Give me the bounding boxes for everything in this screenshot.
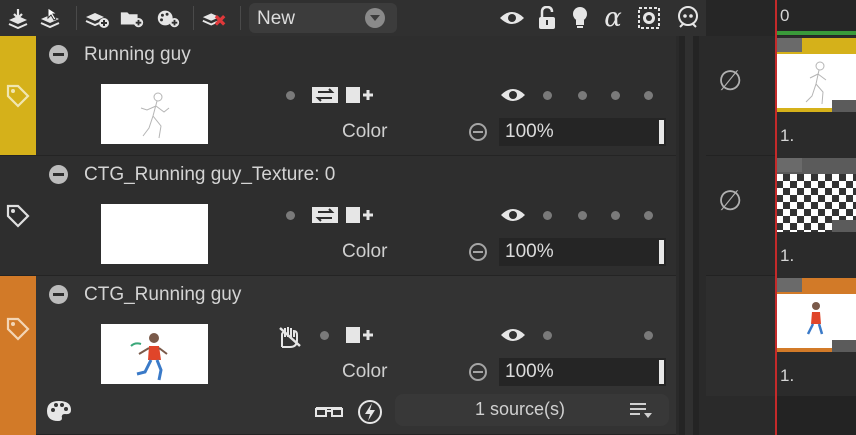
opacity-value: 100% <box>505 121 554 142</box>
layer-list: Running guy Color 100% CTG_Running guy_T… <box>0 36 676 435</box>
layer-name[interactable]: Running guy <box>84 44 191 66</box>
add-layer-icon[interactable] <box>84 5 110 31</box>
playhead[interactable] <box>775 0 777 435</box>
select-layers-icon[interactable] <box>38 5 64 31</box>
cell-frame-number: 1. <box>780 126 795 145</box>
palette-icon[interactable] <box>44 398 74 424</box>
opacity-field[interactable]: 100% <box>499 238 666 266</box>
sources-label: 1 source(s) <box>475 399 566 419</box>
delete-layer-icon[interactable] <box>201 5 227 31</box>
playback-range-bar[interactable] <box>776 31 856 35</box>
onion-skin-icon[interactable] <box>675 5 701 31</box>
layer-color-tag[interactable] <box>0 276 36 435</box>
flash-icon[interactable] <box>356 398 384 426</box>
tag-icon <box>6 204 30 228</box>
opacity-field[interactable]: 100% <box>499 118 666 146</box>
timeline-cell[interactable]: 1. <box>776 156 856 276</box>
add-frame-icon[interactable] <box>345 86 375 104</box>
collapse-layer-icon[interactable] <box>49 45 68 64</box>
lightbox-off-icon[interactable] <box>276 324 304 350</box>
swap-icon[interactable] <box>311 86 339 104</box>
opacity-field[interactable]: 100% <box>499 358 666 386</box>
light-icon[interactable] <box>567 5 593 31</box>
visibility-icon[interactable] <box>499 5 525 31</box>
collapse-layer-icon[interactable] <box>49 165 68 184</box>
timeline-gutter: ∅ ∅ <box>706 36 776 435</box>
layer-name[interactable]: CTG_Running guy_Texture: 0 <box>84 164 335 186</box>
layer-name[interactable]: CTG_Running guy <box>84 284 241 306</box>
no-keyframe-icon: ∅ <box>718 65 743 96</box>
layer-thumbnail[interactable] <box>101 84 208 144</box>
timeline-cell[interactable]: 1. <box>776 276 856 396</box>
layer-thumbnail[interactable] <box>101 204 208 264</box>
add-effect-icon[interactable] <box>155 5 181 31</box>
list-menu-icon <box>627 400 655 420</box>
tag-icon <box>6 317 30 341</box>
dropdown-value: New <box>257 8 296 29</box>
layer-visibility-icon[interactable] <box>500 207 526 223</box>
import-layers-icon[interactable] <box>5 5 31 31</box>
layer-row[interactable]: CTG_Running guy_Texture: 0 Color 100% <box>0 156 676 276</box>
layer-row[interactable]: Running guy Color 100% <box>0 36 676 156</box>
opacity-decrease-icon[interactable] <box>469 363 487 381</box>
opacity-decrease-icon[interactable] <box>469 243 487 261</box>
opacity-slider-handle[interactable] <box>659 120 664 144</box>
lock-icon[interactable] <box>534 5 560 31</box>
layer-visibility-icon[interactable] <box>500 87 526 103</box>
sources-dropdown[interactable]: 1 source(s) <box>395 394 669 426</box>
layer-preset-dropdown[interactable]: New <box>249 3 397 33</box>
blend-mode-label[interactable]: Color <box>342 121 387 143</box>
opacity-slider-handle[interactable] <box>659 360 664 384</box>
swap-icon[interactable] <box>311 206 339 224</box>
layer-color-tag[interactable] <box>0 36 36 155</box>
timeline-cell[interactable]: 1. <box>776 36 856 156</box>
collapse-layer-icon[interactable] <box>49 285 68 304</box>
layer-toolbar: New α <box>0 0 706 36</box>
no-keyframe-icon: ∅ <box>718 185 743 216</box>
add-frame-icon[interactable] <box>345 326 375 344</box>
opacity-slider-handle[interactable] <box>659 240 664 264</box>
layer-thumbnail[interactable] <box>101 324 208 384</box>
blend-mode-label[interactable]: Color <box>342 361 387 383</box>
add-frame-icon[interactable] <box>345 206 375 224</box>
cell-frame-number: 1. <box>780 366 795 385</box>
selection-icon[interactable] <box>636 5 662 31</box>
chevron-down-icon <box>365 8 385 28</box>
opacity-value: 100% <box>505 241 554 262</box>
layer-visibility-icon[interactable] <box>500 327 526 343</box>
glasses-icon[interactable] <box>314 402 344 422</box>
alpha-icon[interactable]: α <box>600 3 626 33</box>
blend-mode-label[interactable]: Color <box>342 241 387 263</box>
opacity-decrease-icon[interactable] <box>469 123 487 141</box>
opacity-value: 100% <box>505 361 554 382</box>
add-folder-icon[interactable] <box>119 5 145 31</box>
tag-icon <box>6 84 30 108</box>
cell-frame-number: 1. <box>780 246 795 265</box>
layer-color-tag[interactable] <box>0 156 36 275</box>
layer-list-scrollbar[interactable] <box>679 36 699 435</box>
current-frame-label: 0 <box>780 6 790 25</box>
